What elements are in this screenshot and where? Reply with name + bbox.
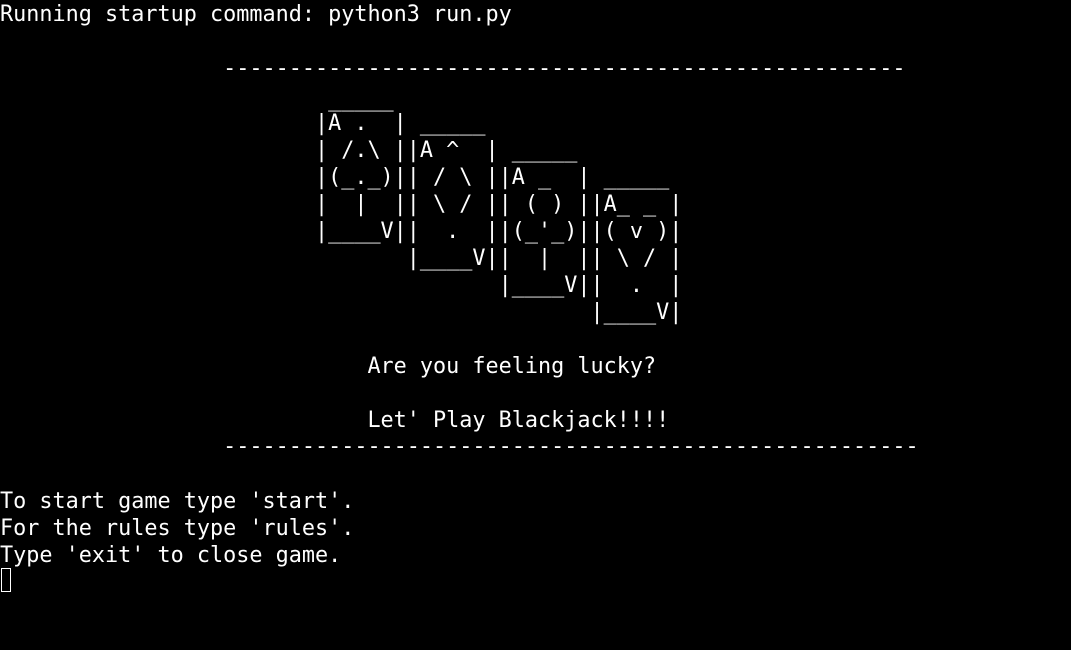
terminal-line-tagline: Are you feeling lucky? — [0, 354, 657, 379]
ascii-art-cards-line: | /.\ ||A ^ | _____ — [0, 138, 578, 163]
ascii-art-cards-line: |(_._)|| / \ ||A _ | _____ — [0, 165, 670, 190]
terminal-line-instruction-exit: Type 'exit' to close game. — [0, 543, 342, 568]
terminal-line-title: Let' Play Blackjack!!!! — [0, 408, 670, 433]
ascii-art-cards-line: |____V|| | || \ / | — [0, 246, 683, 271]
terminal-line-startup: Running startup command: python3 run.py — [0, 2, 512, 27]
terminal-line-divider-top: ----------------------------------------… — [0, 56, 906, 81]
ascii-art-cards-line: |A . | _____ — [0, 111, 486, 136]
ascii-art-cards-line: |____V|| . ||(_'_)||( v )| — [0, 219, 683, 244]
terminal-line-instruction-start: To start game type 'start'. — [0, 489, 355, 514]
ascii-art-cards-line: | | || \ / || ( ) ||A_ _ | — [0, 192, 683, 217]
terminal-input-cursor[interactable] — [1, 568, 11, 592]
ascii-art-cards-line: _____ — [0, 87, 394, 112]
ascii-art-cards-line: |____V|| . | — [0, 273, 683, 298]
ascii-art-cards-line: |____V| — [0, 300, 683, 325]
terminal-line-divider-bottom: ----------------------------------------… — [0, 434, 919, 459]
terminal-window[interactable]: Running startup command: python3 run.py … — [0, 0, 1071, 650]
terminal-line-instruction-rules: For the rules type 'rules'. — [0, 516, 355, 541]
